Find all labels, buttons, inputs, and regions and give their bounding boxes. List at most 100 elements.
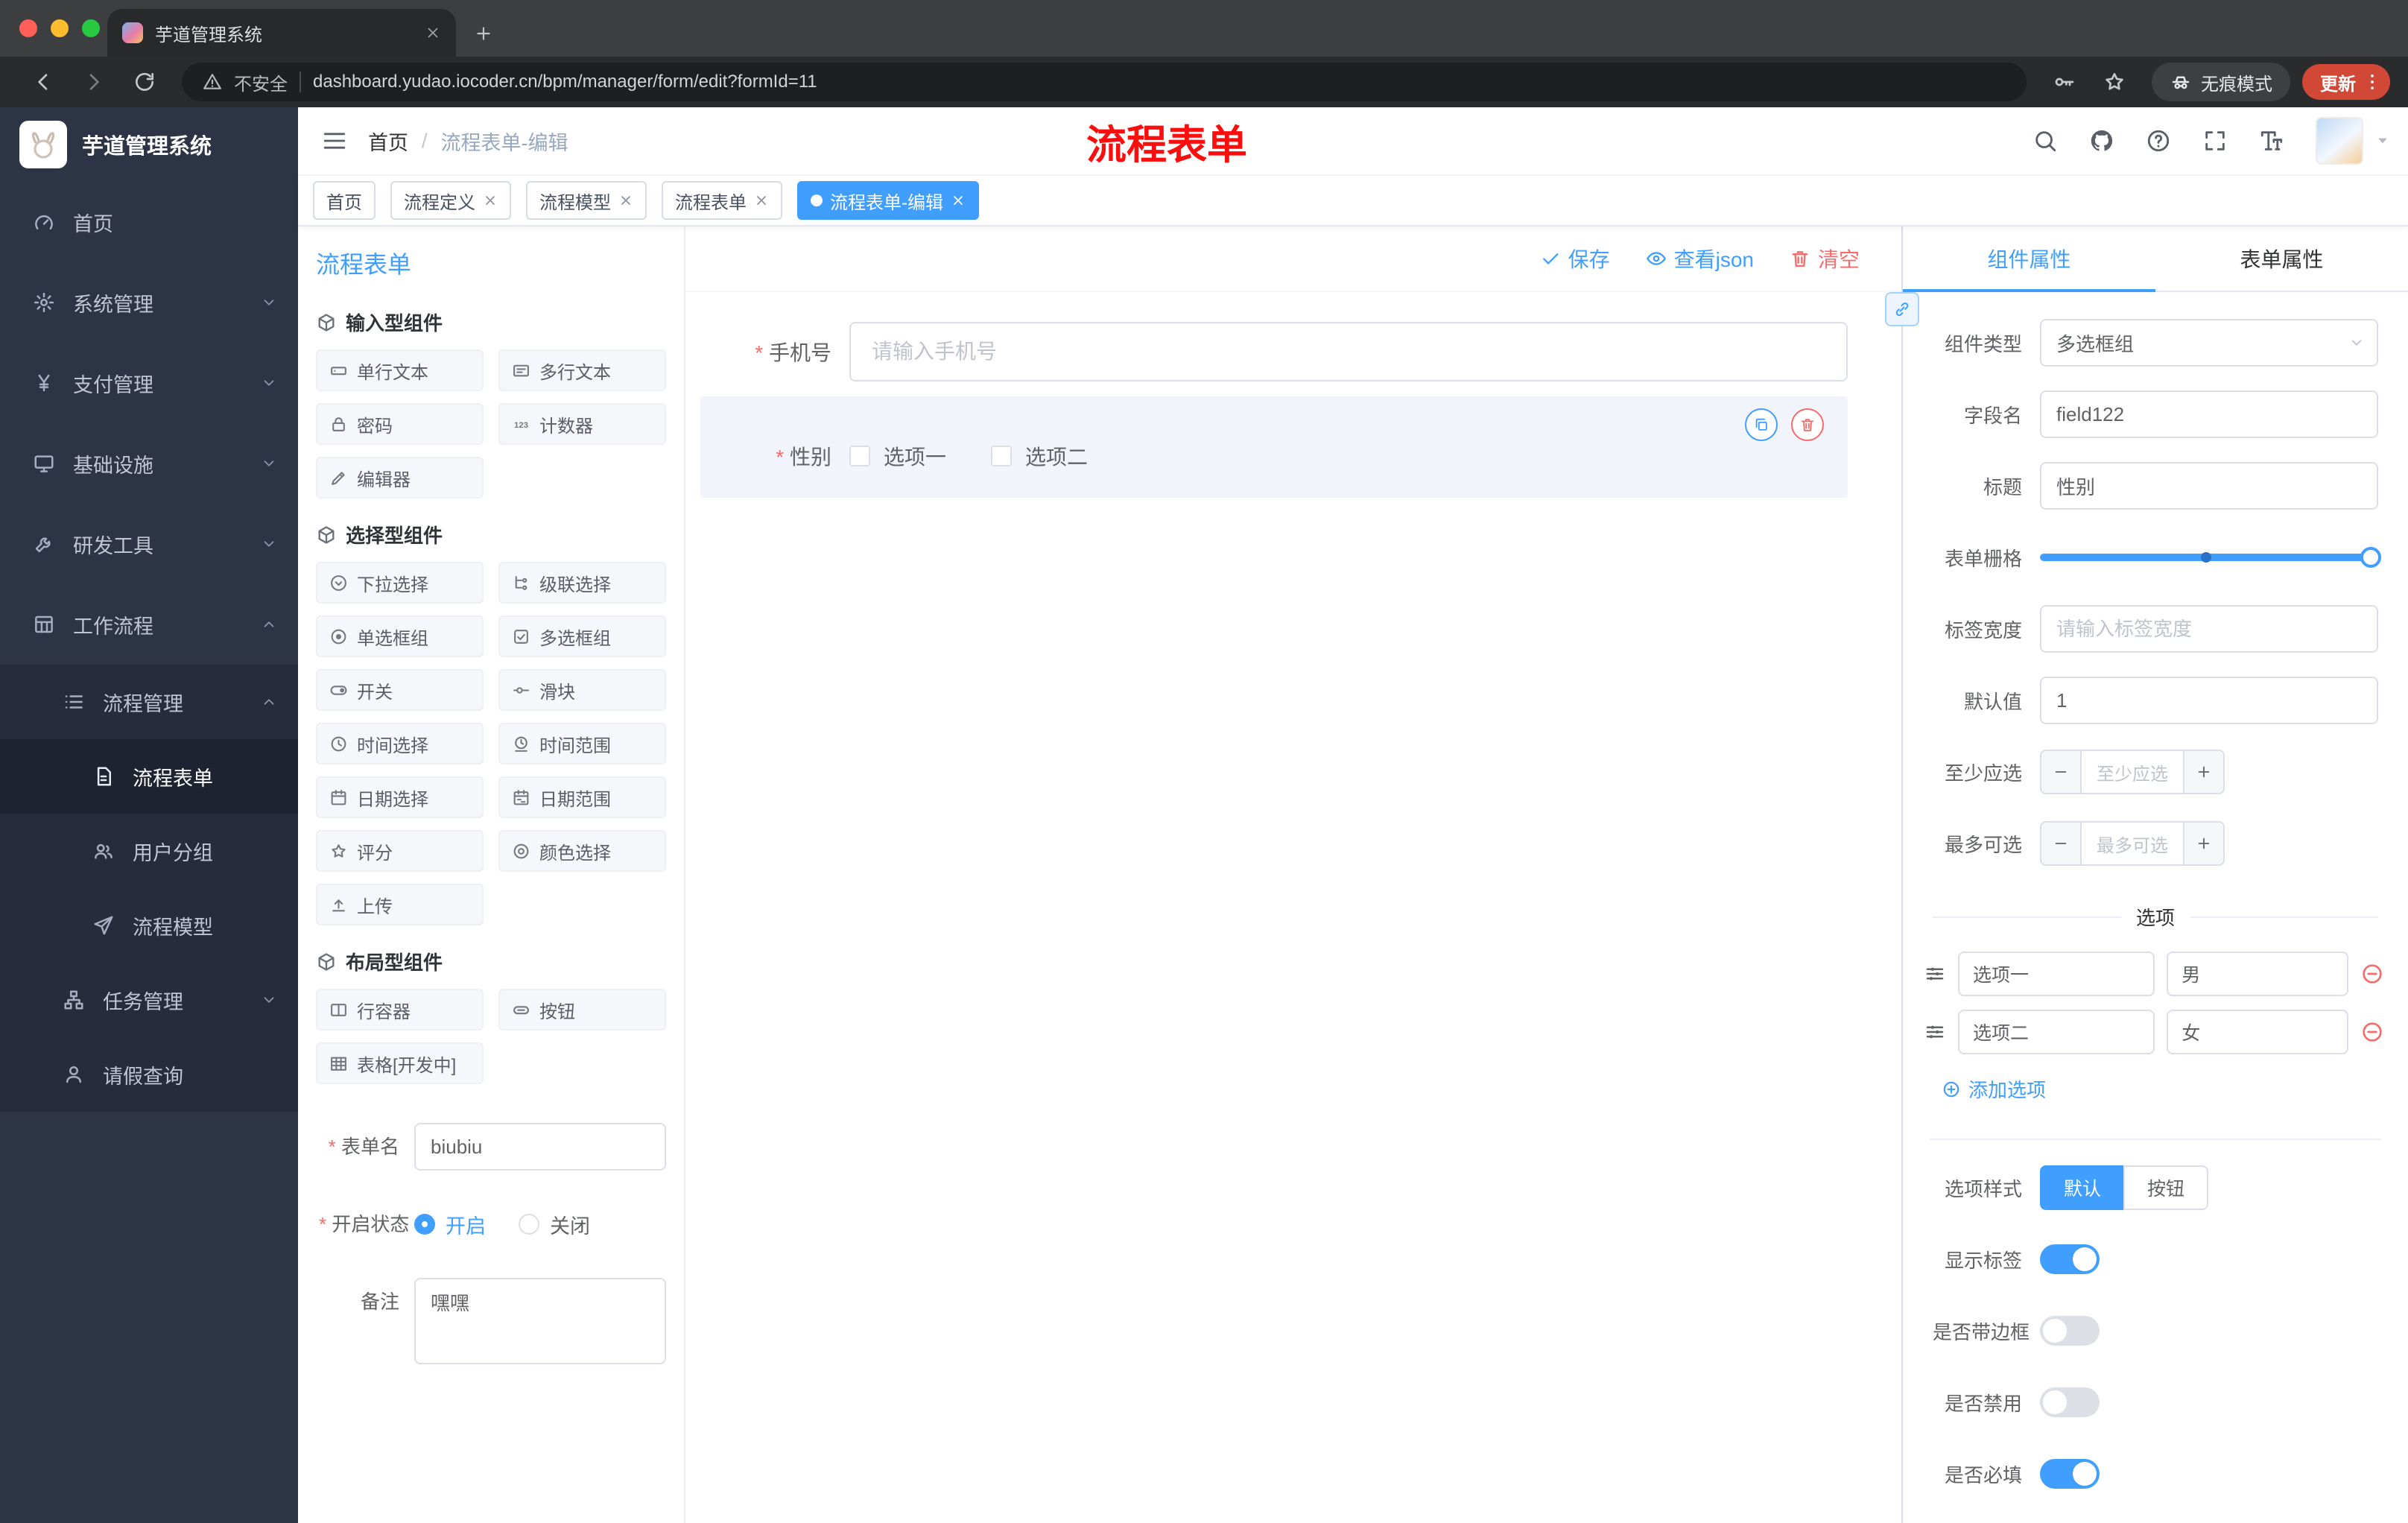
tag-process-definition[interactable]: 流程定义: [390, 181, 511, 220]
tag-home[interactable]: 首页: [313, 181, 376, 220]
required-switch[interactable]: [2040, 1459, 2100, 1489]
palette-item-button[interactable]: 按钮: [498, 989, 666, 1030]
canvas-field-phone[interactable]: 手机号: [700, 322, 1848, 381]
close-icon[interactable]: [951, 193, 966, 208]
palette-item-date-range[interactable]: 日期范围: [498, 776, 666, 818]
style-default-button[interactable]: 默认: [2040, 1165, 2124, 1210]
default-value-input[interactable]: [2040, 677, 2378, 724]
sidebar-item-payment[interactable]: 支付管理: [0, 343, 298, 423]
security-label[interactable]: 不安全: [234, 69, 288, 95]
url-text[interactable]: dashboard.yudao.iocoder.cn/bpm/manager/f…: [313, 72, 817, 92]
palette-item-editor[interactable]: 编辑器: [316, 457, 484, 498]
palette-item-rate[interactable]: 评分: [316, 830, 484, 872]
palette-item-single-text[interactable]: 单行文本: [316, 349, 484, 391]
palette-item-date-picker[interactable]: 日期选择: [316, 776, 484, 818]
decrease-button[interactable]: [2041, 823, 2082, 864]
remove-option-icon[interactable]: [2360, 962, 2384, 986]
palette-item-time-picker[interactable]: 时间选择: [316, 723, 484, 764]
sidebar-item-workflow[interactable]: 工作流程: [0, 584, 298, 665]
palette-item-switch[interactable]: 开关: [316, 669, 484, 711]
border-switch[interactable]: [2040, 1316, 2100, 1346]
palette-item-slider[interactable]: 滑块: [498, 669, 666, 711]
sidebar-item-task-management[interactable]: 任务管理: [0, 963, 298, 1037]
palette-item-table[interactable]: 表格[开发中]: [316, 1042, 484, 1084]
palette-item-multi-text[interactable]: 多行文本: [498, 349, 666, 391]
palette-item-time-range[interactable]: 时间范围: [498, 723, 666, 764]
bookmark-star-icon[interactable]: [2103, 70, 2126, 94]
address-bar[interactable]: 不安全 dashboard.yudao.iocoder.cn/bpm/manag…: [182, 63, 2027, 101]
browser-menu-icon[interactable]: [2362, 72, 2383, 92]
breadcrumb-root[interactable]: 首页: [368, 127, 408, 156]
hamburger-icon[interactable]: [322, 128, 347, 153]
increase-button[interactable]: [2183, 751, 2223, 793]
clear-button[interactable]: 清空: [1790, 244, 1860, 273]
browser-tab[interactable]: 芋道管理系统: [107, 9, 456, 57]
style-button-button[interactable]: 按钮: [2123, 1165, 2209, 1210]
sidebar-item-infrastructure[interactable]: 基础设施: [0, 423, 298, 504]
close-window-button[interactable]: [19, 19, 37, 37]
option1-name-input[interactable]: [1958, 952, 2155, 996]
field-name-input[interactable]: [2040, 390, 2378, 438]
component-type-select[interactable]: 多选框组: [2040, 319, 2378, 367]
gender-checkbox-option2[interactable]: 选项二: [991, 441, 1088, 471]
sidebar-item-process-form[interactable]: 流程表单: [0, 739, 298, 814]
decrease-button[interactable]: [2041, 751, 2082, 793]
link-button[interactable]: [1885, 292, 1919, 326]
palette-item-password[interactable]: 密码: [316, 403, 484, 445]
tab-component-props[interactable]: 组件属性: [1903, 227, 2155, 292]
avatar[interactable]: [2316, 117, 2363, 165]
palette-item-upload[interactable]: 上传: [316, 884, 484, 925]
canvas-field-gender-selected[interactable]: 性别 选项一 选项二: [700, 396, 1848, 498]
close-icon[interactable]: [618, 193, 633, 208]
close-tab-icon[interactable]: [425, 25, 441, 41]
remove-option-icon[interactable]: [2360, 1020, 2384, 1044]
user-menu-caret-icon[interactable]: [2375, 133, 2390, 148]
title-input[interactable]: [2040, 462, 2378, 510]
sidebar-item-system[interactable]: 系统管理: [0, 262, 298, 343]
max-select-value[interactable]: 最多可选: [2082, 823, 2183, 864]
password-key-icon[interactable]: [2052, 70, 2076, 94]
copy-component-button[interactable]: [1745, 408, 1778, 441]
option1-value-input[interactable]: [2167, 952, 2348, 996]
help-icon[interactable]: [2146, 128, 2171, 153]
palette-item-checkbox-group[interactable]: 多选框组: [498, 615, 666, 657]
phone-input[interactable]: [849, 322, 1848, 381]
show-label-switch[interactable]: [2040, 1244, 2100, 1274]
view-json-button[interactable]: 查看json: [1646, 244, 1754, 273]
sidebar-item-dev-tools[interactable]: 研发工具: [0, 504, 298, 584]
back-icon[interactable]: [31, 70, 55, 94]
sidebar-item-leave-query[interactable]: 请假查询: [0, 1037, 298, 1112]
increase-button[interactable]: [2183, 823, 2223, 864]
palette-item-cascader[interactable]: 级联选择: [498, 562, 666, 604]
option2-value-input[interactable]: [2167, 1010, 2348, 1054]
add-option-button[interactable]: 添加选项: [1942, 1075, 2408, 1103]
drag-handle-icon[interactable]: [1924, 963, 1946, 985]
disabled-switch[interactable]: [2040, 1387, 2100, 1417]
min-select-value[interactable]: 至少应选: [2082, 751, 2183, 793]
search-icon[interactable]: [2032, 128, 2058, 153]
option2-name-input[interactable]: [1958, 1010, 2155, 1054]
sidebar-item-process-management[interactable]: 流程管理: [0, 665, 298, 739]
sidebar-item-process-model[interactable]: 流程模型: [0, 888, 298, 963]
minimize-window-button[interactable]: [51, 19, 69, 37]
tag-process-form-edit[interactable]: 流程表单-编辑: [797, 181, 979, 220]
palette-item-select[interactable]: 下拉选择: [316, 562, 484, 604]
form-grid-slider[interactable]: [2040, 547, 2381, 568]
forward-icon[interactable]: [82, 70, 106, 94]
label-width-input[interactable]: [2040, 605, 2378, 653]
tag-process-form[interactable]: 流程表单: [662, 181, 782, 220]
github-icon[interactable]: [2089, 128, 2114, 153]
new-tab-button[interactable]: [474, 24, 493, 43]
reload-icon[interactable]: [133, 70, 156, 94]
form-name-input[interactable]: [414, 1123, 666, 1171]
sidebar-item-user-groups[interactable]: 用户分组: [0, 814, 298, 888]
delete-component-button[interactable]: [1791, 408, 1824, 441]
palette-item-counter[interactable]: 123 计数器: [498, 403, 666, 445]
slider-handle[interactable]: [2360, 547, 2381, 568]
fullscreen-icon[interactable]: [2202, 128, 2228, 153]
palette-item-row-container[interactable]: 行容器: [316, 989, 484, 1030]
tag-process-model[interactable]: 流程模型: [526, 181, 647, 220]
palette-item-radio-group[interactable]: 单选框组: [316, 615, 484, 657]
close-icon[interactable]: [483, 193, 498, 208]
text-size-icon[interactable]: [2259, 128, 2284, 153]
